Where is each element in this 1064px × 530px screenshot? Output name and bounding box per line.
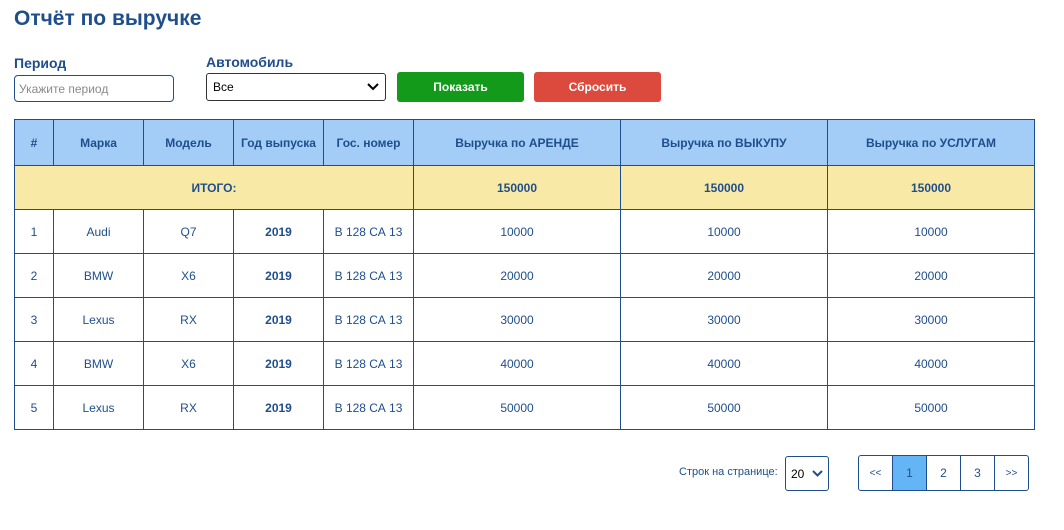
cell-plate: В 128 СА 13 [323,297,414,342]
table-header-row: # Марка Модель Год выпуска Гос. номер Вы… [14,119,1035,166]
reset-button[interactable]: Сбросить [534,72,661,102]
page-button-2[interactable]: 2 [926,455,961,491]
car-select-value: Все [213,80,234,94]
rows-per-page-value: 20 [791,466,805,481]
col-header-buyout-revenue[interactable]: Выручка по ВЫКУПУ [620,119,828,166]
cell-buyout: 50000 [620,385,828,430]
total-buyout: 150000 [620,165,828,210]
cell-services: 40000 [827,341,1035,386]
cell-rent: 20000 [413,253,621,298]
rows-per-page-select[interactable]: 20 [785,456,829,491]
table-row: 2 BMW X6 2019 В 128 СА 13 20000 20000 20… [14,253,1035,298]
table-row: 1 Audi Q7 2019 В 128 СА 13 10000 10000 1… [14,209,1035,254]
cell-model: Q7 [143,209,234,254]
cell-plate: В 128 СА 13 [323,385,414,430]
cell-year: 2019 [233,209,324,254]
cell-plate: В 128 СА 13 [323,253,414,298]
table-row: 4 BMW X6 2019 В 128 СА 13 40000 40000 40… [14,341,1035,386]
cell-buyout: 10000 [620,209,828,254]
cell-year: 2019 [233,385,324,430]
cell-brand: Lexus [53,297,144,342]
cell-year: 2019 [233,297,324,342]
col-header-plate[interactable]: Гос. номер [323,119,414,166]
period-label: Период [14,55,67,71]
col-header-brand[interactable]: Марка [53,119,144,166]
cell-brand: BMW [53,341,144,386]
cell-rent: 50000 [413,385,621,430]
total-label: ИТОГО: [14,165,414,210]
cell-buyout: 40000 [620,341,828,386]
cell-services: 20000 [827,253,1035,298]
cell-brand: BMW [53,253,144,298]
period-input[interactable] [14,75,174,102]
total-rent: 150000 [413,165,621,210]
rows-per-page-label: Строк на странице: [679,466,778,478]
cell-rent: 10000 [413,209,621,254]
page-title: Отчёт по выручке [14,7,202,30]
cell-model: X6 [143,253,234,298]
table-row: 3 Lexus RX 2019 В 128 СА 13 30000 30000 … [14,297,1035,342]
chevron-down-icon [367,83,379,91]
cell-services: 50000 [827,385,1035,430]
cell-model: RX [143,297,234,342]
cell-number: 5 [14,385,54,430]
page-button-1[interactable]: 1 [892,455,927,491]
cell-buyout: 20000 [620,253,828,298]
col-header-year[interactable]: Год выпуска [233,119,324,166]
car-select[interactable]: Все [206,73,386,101]
cell-services: 30000 [827,297,1035,342]
show-button[interactable]: Показать [397,72,524,102]
col-header-model[interactable]: Модель [143,119,234,166]
col-header-number[interactable]: # [14,119,54,166]
pagination: << 1 2 3 >> [858,455,1029,491]
page-button-3[interactable]: 3 [960,455,995,491]
total-services: 150000 [827,165,1035,210]
car-label: Автомобиль [206,54,294,70]
col-header-rent-revenue[interactable]: Выручка по АРЕНДЕ [413,119,621,166]
next-page-button[interactable]: >> [994,455,1029,491]
revenue-table: # Марка Модель Год выпуска Гос. номер Вы… [14,119,1035,430]
cell-number: 2 [14,253,54,298]
cell-model: X6 [143,341,234,386]
cell-plate: В 128 СА 13 [323,341,414,386]
cell-number: 4 [14,341,54,386]
cell-year: 2019 [233,253,324,298]
col-header-services-revenue[interactable]: Выручка по УСЛУГАМ [827,119,1035,166]
cell-brand: Lexus [53,385,144,430]
cell-rent: 40000 [413,341,621,386]
table-row: 5 Lexus RX 2019 В 128 СА 13 50000 50000 … [14,385,1035,430]
cell-year: 2019 [233,341,324,386]
cell-number: 3 [14,297,54,342]
cell-buyout: 30000 [620,297,828,342]
cell-services: 10000 [827,209,1035,254]
cell-model: RX [143,385,234,430]
cell-number: 1 [14,209,54,254]
cell-plate: В 128 СА 13 [323,209,414,254]
total-row: ИТОГО: 150000 150000 150000 [14,165,1035,210]
cell-brand: Audi [53,209,144,254]
chevron-down-icon [812,470,823,477]
cell-rent: 30000 [413,297,621,342]
prev-page-button[interactable]: << [858,455,893,491]
